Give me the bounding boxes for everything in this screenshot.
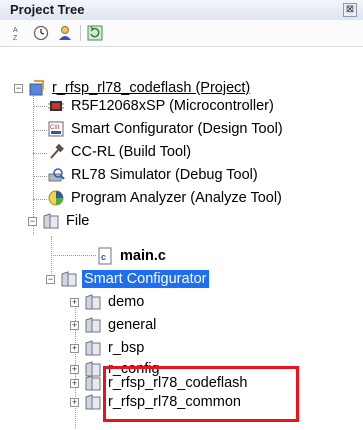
tree-item-label: File	[66, 213, 90, 229]
panel-titlebar: Project Tree ⊠	[0, 0, 363, 21]
close-icon[interactable]: ⊠	[343, 3, 357, 17]
tree-guide-line	[33, 199, 47, 200]
panel-title: Project Tree	[10, 2, 85, 17]
svg-text:c: c	[101, 252, 106, 262]
svg-text:CIII: CIII	[50, 125, 60, 131]
tree-item-r-bsp[interactable]: + r_bsp	[70, 337, 146, 359]
folder-icon	[84, 339, 102, 357]
tree-guide-line	[33, 153, 47, 154]
project-icon	[28, 79, 46, 97]
expand-icon[interactable]: +	[70, 297, 79, 307]
user-icon[interactable]	[56, 24, 74, 42]
tree-item-label: general	[108, 317, 157, 333]
debug-icon	[47, 166, 65, 184]
collapse-icon[interactable]: −	[14, 83, 23, 93]
tree-item-label: main.c	[120, 248, 166, 264]
panel-toolbar: A Z	[0, 20, 363, 47]
tree-item-label: R5F12068xSP (Microcontroller)	[71, 98, 274, 114]
toolbar-separator	[80, 25, 81, 41]
svg-text:A: A	[13, 27, 18, 34]
tree-item-label: Smart Configurator	[82, 270, 209, 288]
expand-icon[interactable]: +	[70, 320, 79, 330]
analyzer-icon	[47, 189, 65, 207]
tree-item-demo[interactable]: + demo	[70, 291, 146, 313]
tree-item-label: r_bsp	[108, 340, 145, 356]
clock-icon[interactable]	[32, 24, 50, 42]
chip-icon	[47, 97, 65, 115]
highlight-box	[103, 366, 299, 422]
tree-item-label: RL78 Simulator (Debug Tool)	[71, 167, 258, 183]
folder-icon	[84, 316, 102, 334]
folder-icon	[84, 374, 102, 392]
tree-guide-line	[33, 130, 47, 131]
folder-icon	[42, 212, 60, 230]
tree-item-label: CC-RL (Build Tool)	[71, 144, 192, 160]
expand-icon[interactable]: +	[70, 378, 79, 388]
expand-icon[interactable]: +	[70, 343, 79, 353]
collapse-icon[interactable]: −	[46, 274, 55, 284]
c-file-icon: c	[96, 247, 114, 265]
tree-item-smart-configurator-folder[interactable]: − Smart Configurator	[46, 268, 209, 290]
tree-item-microcontroller[interactable]: R5F12068xSP (Microcontroller)	[47, 95, 276, 117]
tree-item-build-tool[interactable]: CC-RL (Build Tool)	[47, 141, 193, 163]
svg-text:Z: Z	[13, 35, 18, 41]
project-tree-panel: Project Tree ⊠ A Z − r_rfsp_rl78_codefla…	[0, 0, 363, 430]
expand-icon[interactable]: +	[70, 397, 79, 407]
collapse-icon[interactable]: −	[28, 216, 37, 226]
tree-guide-line	[33, 106, 47, 107]
tree-guide-line	[51, 255, 96, 256]
tree-item-debug-tool[interactable]: RL78 Simulator (Debug Tool)	[47, 164, 260, 186]
tree-item-main-c[interactable]: c main.c	[96, 245, 168, 267]
hammer-icon	[47, 143, 65, 161]
refresh-icon[interactable]	[86, 24, 104, 42]
tree-item-label: demo	[108, 294, 145, 310]
tree-item-label: Smart Configurator (Design Tool)	[71, 121, 283, 137]
tree-item-general[interactable]: + general	[70, 314, 158, 336]
tree-item-label: Program Analyzer (Analyze Tool)	[71, 190, 282, 206]
smart-configurator-icon: CIII	[47, 120, 65, 138]
sort-icon[interactable]: A Z	[8, 24, 26, 42]
folder-icon	[84, 393, 102, 411]
tree-guide-line	[33, 176, 47, 177]
folder-icon	[84, 293, 102, 311]
tree-item-smart-configurator-tool[interactable]: CIII Smart Configurator (Design Tool)	[47, 118, 285, 140]
tree-item-file[interactable]: − File	[28, 210, 91, 232]
folder-icon	[60, 270, 78, 288]
tree-item-analyze-tool[interactable]: Program Analyzer (Analyze Tool)	[47, 187, 284, 209]
